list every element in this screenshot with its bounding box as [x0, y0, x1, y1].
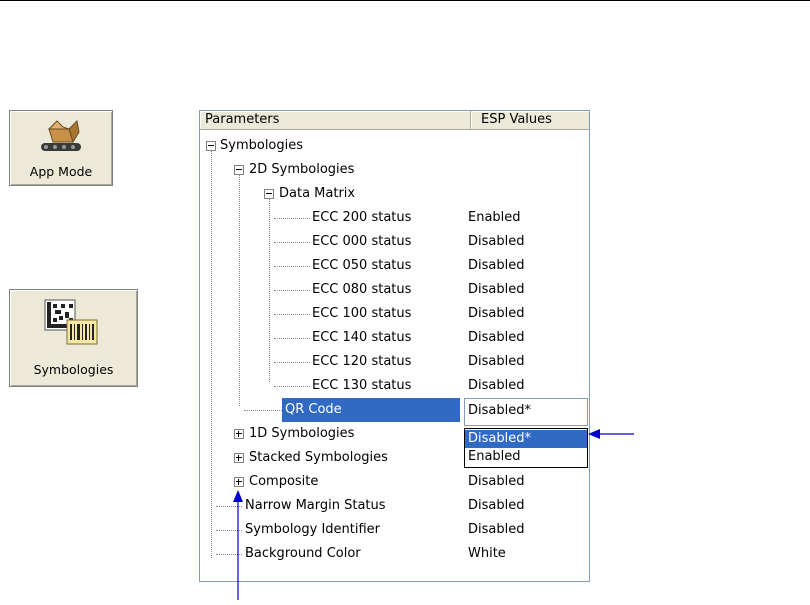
tree-line: [244, 410, 282, 411]
app-mode-button[interactable]: App Mode: [9, 110, 113, 186]
tree-node-ecc-130-status[interactable]: ECC 130 status: [312, 374, 411, 398]
narrow-margin-value[interactable]: Disabled: [468, 494, 524, 518]
collapse-icon[interactable]: [234, 165, 244, 175]
tree-line: [274, 290, 310, 291]
tree-node-ecc-140-status[interactable]: ECC 140 status: [312, 326, 411, 350]
tree-line: [274, 266, 310, 267]
tree-node-1d-symbologies[interactable]: 1D Symbologies: [249, 422, 354, 446]
tree-node-symbology-identifier[interactable]: Symbology Identifier: [245, 518, 380, 542]
ecc-140-value[interactable]: Disabled: [468, 326, 524, 350]
ecc-120-value[interactable]: Disabled: [468, 350, 524, 374]
ecc-200-value[interactable]: Enabled: [468, 206, 521, 230]
tree-node-ecc-080-status[interactable]: ECC 080 status: [312, 278, 411, 302]
tree-node-symbologies[interactable]: Symbologies: [220, 134, 303, 158]
tree-node-2d-symbologies[interactable]: 2D Symbologies: [249, 158, 354, 182]
datamatrix-barcode-icon: [44, 299, 98, 345]
tree-node-ecc-200-status[interactable]: ECC 200 status: [312, 206, 411, 230]
ecc-130-value[interactable]: Disabled: [468, 374, 524, 398]
background-color-value[interactable]: White: [468, 542, 506, 566]
parameters-column-header[interactable]: Parameters: [200, 111, 471, 130]
collapse-icon[interactable]: [264, 189, 274, 199]
tree-line: [274, 338, 310, 339]
tree-line: [274, 242, 310, 243]
tree-node-ecc-050-status[interactable]: ECC 050 status: [312, 254, 411, 278]
expand-icon[interactable]: [234, 429, 244, 439]
tree-node-ecc-000-status[interactable]: ECC 000 status: [312, 230, 411, 254]
tree-node-data-matrix[interactable]: Data Matrix: [279, 182, 355, 206]
expand-icon[interactable]: [234, 453, 244, 463]
tree-node-ecc-120-status[interactable]: ECC 120 status: [312, 350, 411, 374]
box-on-conveyor-icon: [41, 119, 81, 151]
tree-line: [211, 151, 212, 558]
tree-node-stacked-symbologies[interactable]: Stacked Symbologies: [249, 446, 388, 470]
symbologies-button[interactable]: Symbologies: [9, 289, 138, 387]
tree-node-narrow-margin-status[interactable]: Narrow Margin Status: [245, 494, 386, 518]
composite-value[interactable]: Disabled: [468, 470, 524, 494]
tree-line: [274, 362, 310, 363]
expand-icon[interactable]: [234, 477, 244, 487]
qr-code-value-dropdown[interactable]: Disabled*: [464, 398, 588, 426]
callout-arrow-expand: [233, 490, 243, 600]
option-enabled[interactable]: Enabled: [465, 448, 587, 466]
ecc-080-value[interactable]: Disabled: [468, 278, 524, 302]
tree-node-qr-code[interactable]: QR Code: [282, 398, 460, 422]
app-mode-label: App Mode: [29, 164, 93, 179]
ecc-100-value[interactable]: Disabled: [468, 302, 524, 326]
tree-line: [239, 175, 240, 406]
symbologies-label: Symbologies: [33, 362, 114, 377]
symbology-identifier-value[interactable]: Disabled: [468, 518, 524, 542]
tree-line: [274, 218, 310, 219]
ecc-050-value[interactable]: Disabled: [468, 254, 524, 278]
tree-line: [274, 386, 310, 387]
qr-code-selected-value: Disabled*: [468, 403, 531, 418]
esp-values-column-header[interactable]: ESP Values: [471, 111, 589, 130]
qr-code-options-list[interactable]: Disabled* Enabled: [464, 428, 588, 468]
tree-line: [274, 314, 310, 315]
parameters-tree-panel: Parameters ESP Values Symbologies 2D Sym…: [199, 110, 590, 582]
tree-line: [269, 199, 270, 382]
page-top-rule: [0, 0, 810, 1]
qr-code-label: QR Code: [285, 402, 342, 417]
ecc-000-value[interactable]: Disabled: [468, 230, 524, 254]
tree-node-background-color[interactable]: Background Color: [245, 542, 361, 566]
tree-node-ecc-100-status[interactable]: ECC 100 status: [312, 302, 411, 326]
collapse-icon[interactable]: [206, 141, 216, 151]
option-disabled[interactable]: Disabled*: [465, 430, 587, 448]
callout-arrow-dropdown: [588, 429, 634, 439]
tree-node-composite[interactable]: Composite: [249, 470, 318, 494]
